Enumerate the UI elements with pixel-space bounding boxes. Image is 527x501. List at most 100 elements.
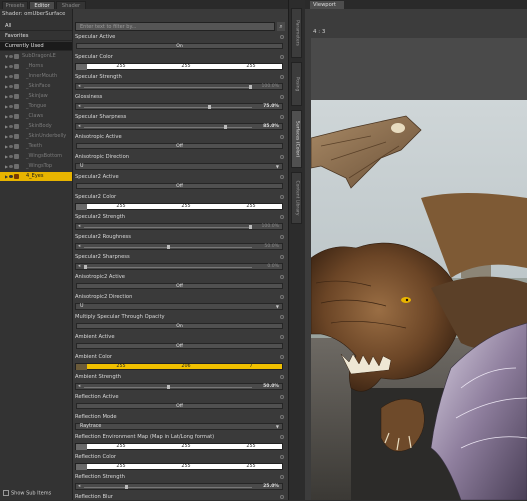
eye-icon[interactable] bbox=[9, 125, 13, 128]
gear-icon[interactable] bbox=[280, 215, 284, 219]
red-value[interactable]: 255 bbox=[106, 64, 136, 70]
gear-icon[interactable] bbox=[280, 155, 284, 159]
expand-arrow-icon[interactable]: ▶ bbox=[5, 102, 8, 111]
specular2-sharpness-slider[interactable]: ◂ 0.0% bbox=[75, 263, 283, 270]
gear-icon[interactable] bbox=[280, 115, 284, 119]
expand-arrow-icon[interactable]: ▶ bbox=[5, 72, 8, 81]
eye-icon[interactable] bbox=[9, 55, 13, 58]
gear-icon[interactable] bbox=[280, 255, 284, 259]
specular-strength-slider[interactable]: ◂ 100.0% bbox=[75, 83, 283, 90]
expand-arrow-icon[interactable]: ▼ bbox=[5, 52, 8, 61]
filter-input[interactable]: Enter text to filter by... bbox=[75, 22, 275, 31]
tree-node[interactable]: ▶ _Teeth bbox=[0, 142, 72, 151]
lock-icon[interactable]: ◂ bbox=[78, 104, 80, 110]
tree-node[interactable]: ▶ _SkinFace bbox=[0, 82, 72, 91]
eye-icon[interactable] bbox=[9, 65, 13, 68]
slider-handle[interactable] bbox=[167, 245, 170, 249]
lock-icon[interactable]: ◂ bbox=[78, 264, 80, 270]
gear-icon[interactable] bbox=[280, 95, 284, 99]
side-tab-content-library[interactable]: Content Library bbox=[291, 172, 302, 224]
gear-icon[interactable] bbox=[280, 235, 284, 239]
red-value[interactable]: 255 bbox=[106, 464, 136, 470]
specular2-color-field[interactable]: 255 255 255 bbox=[75, 203, 283, 210]
tree-node[interactable]: ▶ _SkinBody bbox=[0, 122, 72, 131]
green-value[interactable]: 255 bbox=[171, 204, 201, 210]
side-tab-surfaces[interactable]: Surfaces (Color) bbox=[291, 110, 302, 168]
category-all[interactable]: All bbox=[0, 22, 72, 31]
expand-arrow-icon[interactable]: ▶ bbox=[5, 82, 8, 91]
eye-icon[interactable] bbox=[9, 155, 13, 158]
gear-icon[interactable] bbox=[280, 315, 284, 319]
tree-root-node[interactable]: ▼ SubDragonLE bbox=[0, 52, 72, 61]
green-value[interactable]: 206 bbox=[171, 364, 201, 370]
anisotropic-direction-dropdown[interactable]: U ▼ bbox=[75, 163, 283, 170]
reflection-env-map-field[interactable]: 255 255 255 bbox=[75, 443, 283, 450]
red-value[interactable]: 255 bbox=[106, 364, 136, 370]
lock-icon[interactable]: ◂ bbox=[78, 484, 80, 490]
blue-value[interactable]: 255 bbox=[236, 204, 266, 210]
reflection-color-field[interactable]: 255 255 255 bbox=[75, 463, 283, 470]
expand-arrow-icon[interactable]: ▶ bbox=[5, 132, 8, 141]
slider-handle[interactable] bbox=[249, 225, 252, 229]
green-value[interactable]: 255 bbox=[171, 444, 201, 450]
tab-editor[interactable]: Editor bbox=[29, 1, 55, 9]
color-swatch[interactable] bbox=[76, 364, 87, 370]
anisotropic-active-toggle[interactable]: Off bbox=[76, 143, 283, 149]
eye-icon[interactable] bbox=[9, 95, 13, 98]
expand-arrow-icon[interactable]: ▶ bbox=[5, 142, 8, 151]
blue-value[interactable]: 7 bbox=[236, 364, 266, 370]
lock-icon[interactable]: ◂ bbox=[78, 224, 80, 230]
lock-icon[interactable]: ◂ bbox=[78, 124, 80, 130]
specular-sharpness-slider[interactable]: ◂ 85.0% bbox=[75, 123, 283, 130]
anisotropic2-active-toggle[interactable]: Off bbox=[76, 283, 283, 289]
gear-icon[interactable] bbox=[280, 275, 284, 279]
tree-node[interactable]: ▶ _Horns bbox=[0, 62, 72, 71]
gear-icon[interactable] bbox=[280, 395, 284, 399]
category-favorites[interactable]: Favorites bbox=[0, 32, 72, 41]
blue-value[interactable]: 255 bbox=[236, 444, 266, 450]
reflection-active-toggle[interactable]: Off bbox=[76, 403, 283, 409]
green-value[interactable]: 255 bbox=[171, 64, 201, 70]
tree-node[interactable]: ▶ _SkinJaw bbox=[0, 92, 72, 101]
ambient-strength-slider[interactable]: ◂ 50.0% bbox=[75, 383, 283, 390]
eye-icon[interactable] bbox=[9, 175, 13, 178]
gear-icon[interactable] bbox=[280, 435, 284, 439]
multiply-specular-toggle[interactable]: On bbox=[76, 323, 283, 329]
search-icon[interactable]: ⌕ bbox=[277, 22, 285, 31]
tree-node[interactable]: ▶ _Tongue bbox=[0, 102, 72, 111]
specular-color-field[interactable]: 255 255 255 bbox=[75, 63, 283, 70]
expand-arrow-icon[interactable]: ▶ bbox=[5, 152, 8, 161]
gear-icon[interactable] bbox=[280, 35, 284, 39]
slider-handle[interactable] bbox=[249, 85, 252, 89]
ambient-color-field[interactable]: 255 206 7 bbox=[75, 363, 283, 370]
eye-icon[interactable] bbox=[9, 105, 13, 108]
eye-icon[interactable] bbox=[9, 145, 13, 148]
expand-arrow-icon[interactable]: ▶ bbox=[5, 92, 8, 101]
category-currently-used[interactable]: Currently Used bbox=[0, 42, 72, 51]
lock-icon[interactable]: ◂ bbox=[78, 244, 80, 250]
gear-icon[interactable] bbox=[280, 335, 284, 339]
eye-icon[interactable] bbox=[9, 165, 13, 168]
slider-handle[interactable] bbox=[84, 265, 87, 269]
gear-icon[interactable] bbox=[280, 375, 284, 379]
slider-handle[interactable] bbox=[125, 485, 128, 489]
specular-active-toggle[interactable]: On bbox=[76, 43, 283, 49]
color-swatch[interactable] bbox=[76, 204, 87, 210]
reflection-mode-dropdown[interactable]: Raytrace ▼ bbox=[75, 423, 283, 430]
slider-handle[interactable] bbox=[208, 105, 211, 109]
tree-node[interactable]: ▶ _WingsBottom bbox=[0, 152, 72, 161]
red-value[interactable]: 255 bbox=[106, 444, 136, 450]
expand-arrow-icon[interactable]: ▶ bbox=[5, 112, 8, 121]
green-value[interactable]: 255 bbox=[171, 464, 201, 470]
gear-icon[interactable] bbox=[280, 295, 284, 299]
tree-node[interactable]: ▶ _InnerMouth bbox=[0, 72, 72, 81]
eye-icon[interactable] bbox=[9, 85, 13, 88]
specular2-roughness-slider[interactable]: ◂ 50.0% bbox=[75, 243, 283, 250]
color-swatch[interactable] bbox=[76, 64, 87, 70]
gear-icon[interactable] bbox=[280, 75, 284, 79]
gear-icon[interactable] bbox=[280, 175, 284, 179]
reflection-strength-slider[interactable]: ◂ 25.0% bbox=[75, 483, 283, 490]
lock-icon[interactable]: ◂ bbox=[78, 384, 80, 390]
gear-icon[interactable] bbox=[280, 495, 284, 499]
color-swatch[interactable] bbox=[76, 444, 87, 450]
